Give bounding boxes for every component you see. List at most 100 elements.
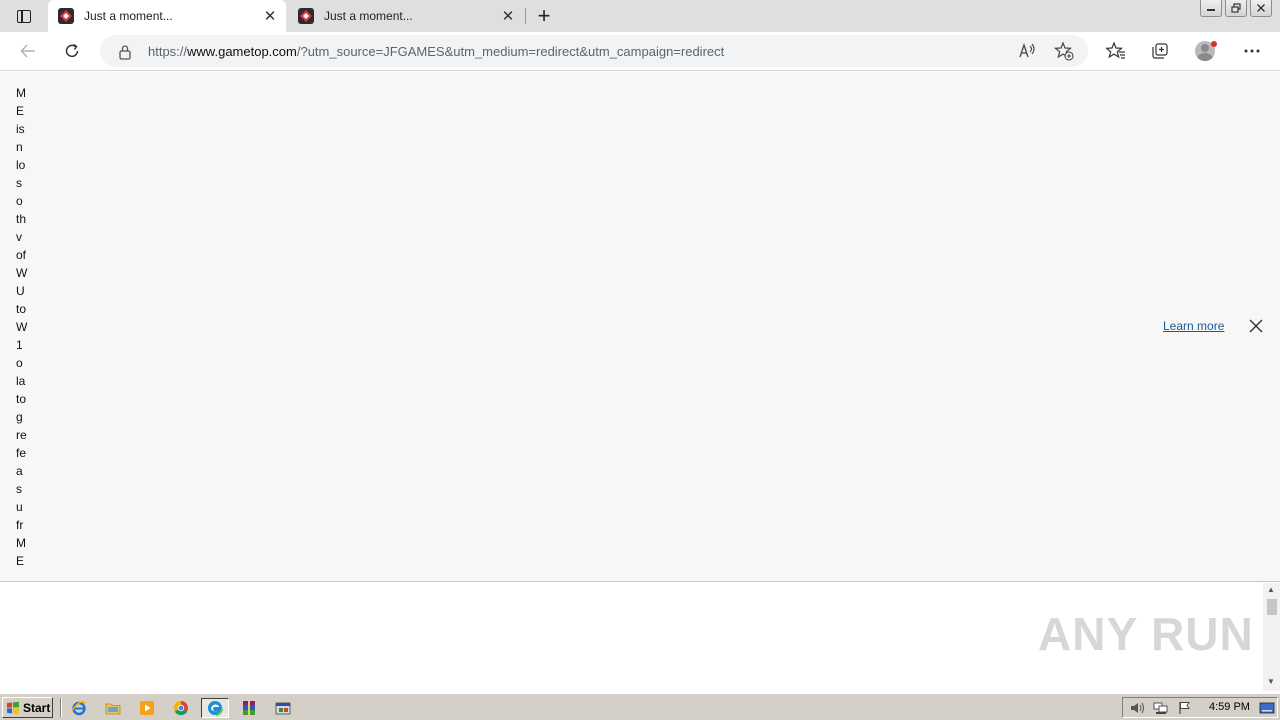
word-fragment: la (16, 374, 26, 388)
word-fragment: a (16, 464, 23, 478)
windows-logo-icon (7, 701, 19, 714)
word-fragment: U (16, 284, 25, 298)
learn-more-link[interactable]: Learn more (1163, 319, 1224, 333)
profile-button[interactable] (1191, 36, 1221, 66)
tab-strip: Just a moment... ✕ Just a moment... ✕ + (0, 0, 1280, 32)
page-content: M Eis n lo s o th v of W Uto W 1 o la to g re fe a s u fr M E Le… (0, 72, 1280, 582)
anyrun-watermark: ANY RUN (1038, 608, 1254, 660)
word-fragment: is (16, 122, 25, 136)
start-label: Start (23, 700, 51, 715)
window-controls (1197, 0, 1272, 18)
scrollbar-thumb[interactable] (1267, 599, 1277, 615)
url-host: www.gametop.com (187, 44, 297, 59)
close-window-button[interactable] (1250, 0, 1272, 17)
word-fragment: th (16, 212, 27, 226)
read-aloud-icon (1019, 43, 1035, 58)
tab-close-icon[interactable]: ✕ (260, 6, 280, 26)
winrar-icon (243, 701, 255, 715)
scroll-up-arrow-icon[interactable]: ▲ (1267, 585, 1275, 594)
refresh-icon (65, 43, 79, 58)
word-fragment: lo (16, 158, 26, 172)
settings-menu-button[interactable] (1237, 36, 1267, 66)
url-scheme: https:// (148, 44, 188, 59)
word-fragment: n (16, 140, 23, 154)
tab-active[interactable]: Just a moment... ✕ (48, 0, 286, 32)
word-fragment: E (16, 554, 25, 568)
word-fragment: fe (16, 446, 27, 460)
restore-button[interactable] (1225, 0, 1247, 17)
start-button[interactable]: Start (2, 697, 53, 718)
tab-inactive[interactable]: Just a moment... ✕ (288, 0, 524, 32)
minimize-icon (1207, 9, 1215, 11)
banner-close-icon[interactable] (1247, 317, 1265, 335)
word-fragment: to (16, 392, 27, 406)
more-options-icon (1244, 49, 1260, 53)
word-fragment: s (16, 176, 22, 190)
word-fragment: W (16, 320, 28, 334)
taskbar-clock: 4:59 PM (1209, 701, 1250, 713)
restore-icon (1231, 3, 1241, 13)
broken-layout-text-column: M Eis n lo s o th v of W Uto W 1 o la to g re fe a s u fr M E (16, 84, 27, 570)
edge-taskbar-button[interactable] (201, 698, 229, 718)
chrome-icon (173, 700, 188, 716)
tab-divider (525, 8, 526, 24)
edge-icon (208, 701, 223, 716)
word-fragment: to (16, 302, 27, 316)
lock-icon[interactable] (118, 44, 132, 60)
media-player-icon (140, 701, 154, 715)
network-icon[interactable] (1153, 700, 1169, 716)
tab-actions-menu-button[interactable] (8, 5, 40, 27)
url-text[interactable]: https://www.gametop.com/?utm_source=JFGA… (148, 44, 724, 59)
tab-actions-icon (17, 9, 31, 23)
add-favorite-button[interactable] (1054, 41, 1074, 61)
word-fragment: u (16, 500, 23, 514)
show-desktop-icon[interactable] (1259, 700, 1275, 716)
word-fragment: o (16, 356, 23, 370)
system-tray: 4:59 PM (1122, 697, 1278, 718)
browser-toolbar: https://www.gametop.com/?utm_source=JFGA… (0, 32, 1280, 71)
gametop-favicon-icon (298, 8, 314, 24)
favorites-icon (1106, 41, 1125, 59)
word-fragment: of (16, 248, 27, 262)
folder-icon (105, 703, 121, 715)
internet-explorer-icon (71, 701, 87, 716)
chrome-launch[interactable] (170, 698, 192, 718)
favorites-button[interactable] (1101, 36, 1131, 66)
word-fragment: re (16, 428, 27, 442)
word-fragment: o (16, 194, 23, 208)
media-player-launch[interactable] (136, 698, 158, 718)
action-center-flag-icon[interactable] (1177, 700, 1193, 716)
taskbar-separator (60, 698, 62, 717)
minimize-button[interactable] (1200, 0, 1222, 17)
address-bar[interactable]: https://www.gametop.com/?utm_source=JFGA… (100, 35, 1088, 67)
file-explorer-launch[interactable] (102, 698, 124, 718)
close-icon (1257, 4, 1265, 12)
internet-explorer-launch[interactable] (68, 698, 90, 718)
url-path: /?utm_source=JFGAMES&utm_medium=redirect… (296, 44, 725, 59)
word-fragment: s (16, 482, 22, 496)
word-fragment: fr (16, 518, 24, 532)
back-button[interactable] (13, 36, 43, 66)
tab-title: Just a moment... (84, 9, 173, 23)
volume-icon[interactable] (1129, 700, 1145, 716)
star-add-icon (1054, 41, 1074, 61)
profile-avatar (1195, 40, 1217, 62)
refresh-button[interactable] (57, 36, 87, 66)
scroll-down-arrow-icon[interactable]: ▼ (1267, 677, 1275, 686)
profile-notification-dot (1211, 41, 1217, 47)
word-fragment: E (16, 104, 25, 118)
application-icon (275, 702, 291, 715)
system-tool-launch[interactable] (272, 698, 294, 718)
read-aloud-button[interactable] (1018, 41, 1038, 61)
collections-button[interactable] (1145, 36, 1175, 66)
gametop-favicon-icon (58, 8, 74, 24)
collections-icon (1152, 43, 1168, 59)
taskbar: Start 4:59 PM (0, 693, 1280, 720)
tab-close-icon[interactable]: ✕ (498, 6, 518, 26)
winrar-launch[interactable] (238, 698, 260, 718)
tab-title: Just a moment... (324, 9, 413, 23)
vertical-scrollbar[interactable]: ▲ ▼ (1263, 583, 1280, 691)
back-arrow-icon (20, 44, 35, 58)
new-tab-button[interactable]: + (532, 3, 556, 28)
lower-pane: ANY RUN ▲ ▼ (0, 583, 1280, 691)
